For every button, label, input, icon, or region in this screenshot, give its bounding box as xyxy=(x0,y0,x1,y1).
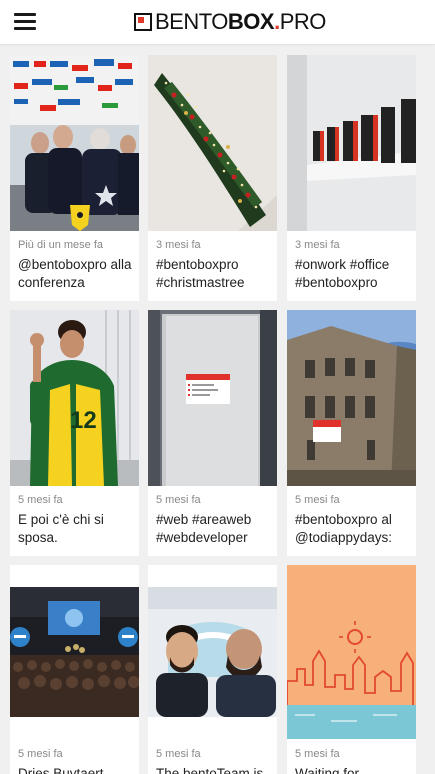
post-caption: #bentoboxpro al @todiappydays: xyxy=(295,512,393,545)
post-caption: @bentoboxpro alla conferenza xyxy=(18,257,132,290)
post-time: Più di un mese fa xyxy=(18,239,103,251)
post-time: 5 mesi fa xyxy=(295,748,340,760)
post-time: 5 mesi fa xyxy=(156,748,201,760)
post-card[interactable]: Più di un mese fa @bentoboxpro alla conf… xyxy=(10,55,139,301)
svg-text:12: 12 xyxy=(70,407,97,434)
post-card[interactable]: 3 mesi fa #onwork #office #bentoboxpro xyxy=(287,55,416,301)
hamburger-menu-icon[interactable] xyxy=(14,13,36,31)
post-caption: #web #areaweb #webdeveloper xyxy=(156,512,252,545)
app-header: BENTOBOX.PRO xyxy=(0,0,435,44)
post-image xyxy=(148,310,277,486)
post-image xyxy=(287,310,416,486)
post-time: 3 mesi fa xyxy=(156,239,201,251)
post-card[interactable]: 5 mesi fa Waiting for xyxy=(287,565,416,774)
post-time: 5 mesi fa xyxy=(18,748,63,760)
logo-text: BENTOBOX.PRO xyxy=(155,9,326,34)
post-card[interactable]: 5 mesi fa #bentoboxpro al @todiappydays: xyxy=(287,310,416,556)
logo-mark-icon xyxy=(134,13,152,31)
post-caption: Dries Buytaert xyxy=(18,766,104,774)
post-time: 5 mesi fa xyxy=(295,494,340,506)
post-card[interactable]: 5 mesi fa The bentoTeam is xyxy=(148,565,277,774)
post-image xyxy=(148,55,277,231)
post-image xyxy=(287,565,416,739)
post-caption: Waiting for xyxy=(295,766,360,774)
post-time: 5 mesi fa xyxy=(156,494,201,506)
post-caption: The bentoTeam is xyxy=(156,766,264,774)
post-image xyxy=(287,55,416,231)
post-image xyxy=(10,55,139,231)
post-time: 5 mesi fa xyxy=(18,494,63,506)
post-image: 12 xyxy=(10,310,139,486)
post-caption: E poi c'è chi si sposa. xyxy=(18,512,104,545)
post-time: 3 mesi fa xyxy=(295,239,340,251)
post-card[interactable]: 12 5 mesi fa E poi c'è chi si sposa. xyxy=(10,310,139,556)
post-image xyxy=(10,587,139,717)
post-caption: #bentoboxpro #christmastree xyxy=(156,257,245,290)
post-image xyxy=(148,587,277,717)
post-caption: #onwork #office #bentoboxpro xyxy=(295,257,390,290)
brand-logo[interactable]: BENTOBOX.PRO xyxy=(134,9,326,35)
post-card[interactable]: 5 mesi fa #web #areaweb #webdeveloper xyxy=(148,310,277,556)
post-card[interactable]: 3 mesi fa #bentoboxpro #christmastree xyxy=(148,55,277,301)
post-card[interactable]: 5 mesi fa Dries Buytaert xyxy=(10,565,139,774)
